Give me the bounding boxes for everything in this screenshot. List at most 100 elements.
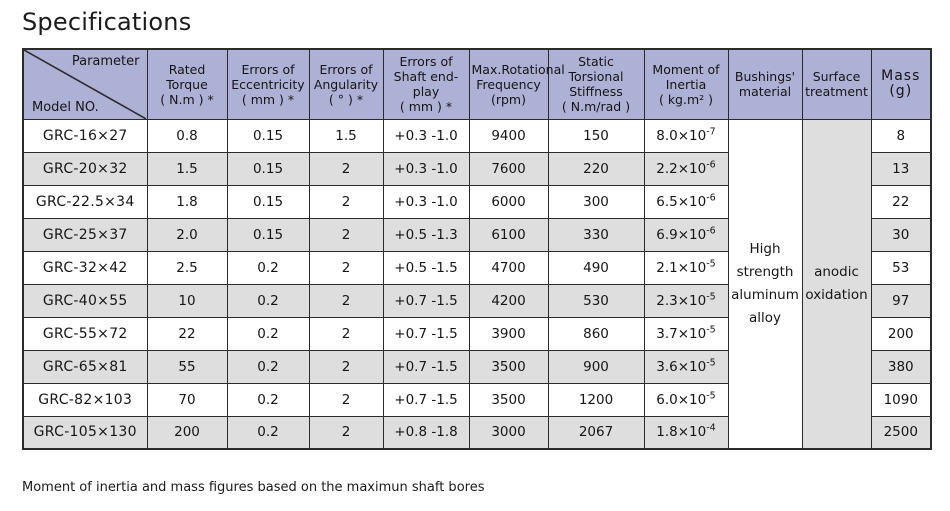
table-body: GRC-16×27 0.8 0.15 1.5 +0.3 -1.0 9400 150 8.0×1…: [22, 118, 932, 450]
header-errors-eccentricity: Errors of Eccentricity ( mm ) *: [226, 48, 310, 120]
moment-of-inertia-mantissa: 2.2×10: [656, 160, 707, 177]
cell-errors-eccentricity: 0.2: [226, 283, 310, 318]
cell-surface-treatment: anodic oxidation: [801, 118, 872, 450]
cell-errors-angularity: 1.5: [308, 118, 384, 153]
header-line-2: Frequency: [476, 76, 541, 92]
cell-errors-angularity: 2: [308, 283, 384, 318]
cell-static-torsional-stiffness: 530: [547, 283, 645, 318]
cell-errors-eccentricity: 0.2: [226, 250, 310, 285]
cell-moment-of-inertia: 6.0×10-5: [643, 382, 729, 417]
moment-of-inertia-mantissa: 1.8×10: [656, 424, 707, 441]
cell-errors-eccentricity: 0.2: [226, 415, 310, 450]
header-static-torsional-stiffness: Static Torsional Stiffness ( N.m/rad ): [547, 48, 645, 120]
cell-shaft-end-play: +0.3 -1.0: [382, 184, 470, 219]
cell-model: GRC-55×72: [22, 316, 148, 351]
cell-mass: 1090: [870, 382, 932, 417]
header-line-2: Shaft end-play: [393, 69, 459, 100]
cell-rated-torque: 2.0: [146, 217, 228, 252]
header-line-2: Angularity: [313, 76, 379, 92]
table-header: Parameter Model NO. Rated Torque ( N.m )…: [22, 48, 932, 120]
header-moment-of-inertia: Moment of Inertia ( kg.m² ): [643, 48, 729, 120]
cell-errors-angularity: 2: [308, 382, 384, 417]
cell-moment-of-inertia: 8.0×10-7: [643, 118, 729, 153]
cell-model: GRC-22.5×34: [22, 184, 148, 219]
header-line-1: Mass: [881, 68, 921, 85]
cell-shaft-end-play: +0.7 -1.5: [382, 316, 470, 351]
cell-errors-angularity: 2: [308, 250, 384, 285]
header-line-2: (g): [889, 83, 913, 100]
header-corner-cell: Parameter Model NO.: [22, 48, 148, 120]
moment-of-inertia-mantissa: 2.3×10: [656, 292, 707, 309]
moment-of-inertia-exponent: -5: [706, 390, 716, 401]
moment-of-inertia-mantissa: 2.1×10: [656, 259, 707, 276]
cell-model: GRC-65×81: [22, 349, 148, 384]
moment-of-inertia-mantissa: 3.7×10: [656, 325, 707, 342]
cell-errors-eccentricity: 0.2: [226, 349, 310, 384]
cell-model: GRC-32×42: [22, 250, 148, 285]
cell-max-rotational-frequency: 9400: [468, 118, 549, 153]
cell-rated-torque: 1.5: [146, 151, 228, 186]
cell-errors-eccentricity: 0.2: [226, 316, 310, 351]
header-line-1: Rated Torque: [166, 61, 208, 92]
cell-rated-torque: 22: [146, 316, 228, 351]
cell-model: GRC-20×32: [22, 151, 148, 186]
cell-shaft-end-play: +0.7 -1.5: [382, 349, 470, 384]
header-max-rotational-frequency: Max.Rotational Frequency (rpm): [468, 48, 565, 120]
moment-of-inertia-exponent: -5: [706, 258, 716, 269]
cell-moment-of-inertia: 3.7×10-5: [643, 316, 729, 351]
cell-rated-torque: 70: [146, 382, 228, 417]
header-model-label: Model NO.: [32, 99, 99, 115]
header-bushings-material: Bushings' material: [727, 48, 803, 120]
cell-errors-angularity: 2: [308, 415, 384, 450]
header-line-2: ( N.m ) *: [160, 91, 214, 107]
cell-moment-of-inertia: 1.8×10-4: [643, 415, 729, 450]
cell-max-rotational-frequency: 6000: [468, 184, 549, 219]
cell-errors-eccentricity: 0.15: [226, 217, 310, 252]
cell-shaft-end-play: +0.7 -1.5: [382, 283, 470, 318]
header-errors-angularity: Errors of Angularity ( ° ) *: [308, 48, 384, 120]
moment-of-inertia-mantissa: 3.6×10: [656, 358, 707, 375]
moment-of-inertia-exponent: -6: [706, 192, 716, 203]
header-parameter-label: Parameter: [71, 54, 140, 69]
header-line-3: (rpm): [490, 91, 526, 107]
cell-max-rotational-frequency: 6100: [468, 217, 549, 252]
moment-of-inertia-exponent: -5: [706, 357, 716, 368]
header-line-1: Errors of: [241, 61, 295, 77]
cell-shaft-end-play: +0.3 -1.0: [382, 118, 470, 153]
cell-model: GRC-40×55: [22, 283, 148, 318]
cell-max-rotational-frequency: 4700: [468, 250, 549, 285]
cell-moment-of-inertia: 2.1×10-5: [643, 250, 729, 285]
cell-model: GRC-25×37: [22, 217, 148, 252]
specifications-table: Parameter Model NO. Rated Torque ( N.m )…: [22, 48, 932, 450]
cell-mass: 380: [870, 349, 932, 384]
header-line-1: Moment of: [652, 61, 720, 77]
table-row: GRC-16×27 0.8 0.15 1.5 +0.3 -1.0 9400 150 8.0×1…: [22, 118, 932, 450]
page-title: Specifications: [22, 8, 192, 36]
cell-static-torsional-stiffness: 220: [547, 151, 645, 186]
moment-of-inertia-exponent: -6: [706, 225, 716, 236]
header-line-1: Errors of: [319, 61, 373, 77]
header-line-2: Inertia: [665, 76, 707, 92]
cell-errors-angularity: 2: [308, 316, 384, 351]
header-line-1: Errors of: [399, 54, 453, 70]
cell-max-rotational-frequency: 7600: [468, 151, 549, 186]
cell-static-torsional-stiffness: 330: [547, 217, 645, 252]
header-line-3: ( mm ) *: [241, 91, 295, 107]
cell-errors-eccentricity: 0.15: [226, 118, 310, 153]
moment-of-inertia-exponent: -5: [706, 324, 716, 335]
cell-errors-angularity: 2: [308, 349, 384, 384]
header-shaft-end-play: Errors of Shaft end-play ( mm ) *: [382, 48, 470, 120]
header-line-2: Eccentricity: [231, 76, 305, 92]
moment-of-inertia-mantissa: 6.9×10: [656, 226, 707, 243]
cell-shaft-end-play: +0.5 -1.3: [382, 217, 470, 252]
specifications-page: Specifications Parameter Model NO. Rated…: [0, 0, 950, 511]
header-line-3: ( N.m/rad ): [561, 99, 631, 115]
cell-rated-torque: 200: [146, 415, 228, 450]
cell-shaft-end-play: +0.8 -1.8: [382, 415, 470, 450]
moment-of-inertia-mantissa: 6.0×10: [656, 391, 707, 408]
cell-moment-of-inertia: 6.9×10-6: [643, 217, 729, 252]
specifications-table-container: Parameter Model NO. Rated Torque ( N.m )…: [22, 48, 932, 450]
cell-model: GRC-82×103: [22, 382, 148, 417]
cell-max-rotational-frequency: 3900: [468, 316, 549, 351]
cell-errors-eccentricity: 0.15: [226, 151, 310, 186]
